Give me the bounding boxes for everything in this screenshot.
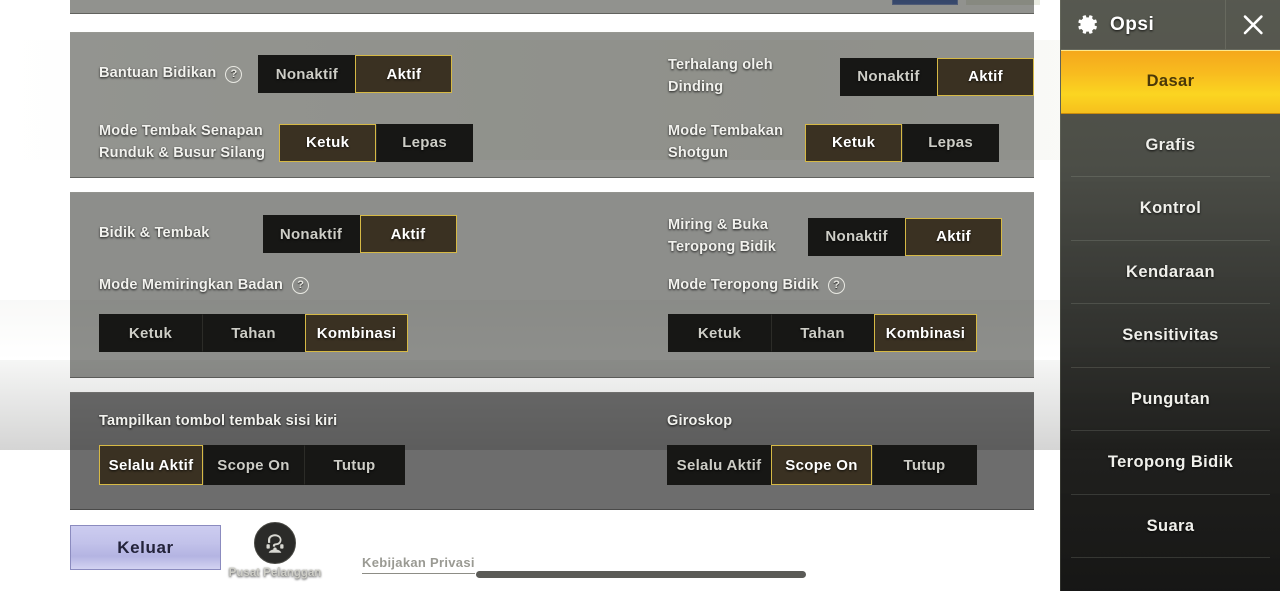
panel-buttons-right-column: Giroskop Selalu Aktif Scope On Tutup xyxy=(636,393,1034,509)
option-lean-ketuk[interactable]: Ketuk xyxy=(99,314,202,352)
aim-and-fire-options: Nonaktif Aktif xyxy=(262,215,457,253)
blocked-by-wall-options: Nonaktif Aktif xyxy=(840,57,1034,96)
sidebar-item-grafis[interactable]: Grafis xyxy=(1061,114,1280,178)
aim-assist-options: Nonaktif Aktif xyxy=(258,55,453,93)
option-aim-assist-nonaktif[interactable]: Nonaktif xyxy=(258,55,356,93)
setting-scope-mode-header: Mode Teropong Bidik ? xyxy=(668,275,845,297)
sidebar-title: Opsi xyxy=(1110,13,1155,35)
sidebar-item-dasar[interactable]: Dasar xyxy=(1061,50,1280,114)
close-icon xyxy=(1243,14,1263,34)
sidebar-title-wrap: Opsi xyxy=(1061,0,1225,49)
setting-left-fire-button-label: Tampilkan tombol tembak sisi kiri xyxy=(99,413,338,429)
gear-icon xyxy=(1075,12,1100,37)
left-fire-button-options-row: Selalu Aktif Scope On Tutup xyxy=(99,445,405,485)
option-wall-aktif[interactable]: Aktif xyxy=(937,57,1034,96)
panel-button-display-settings: Tampilkan tombol tembak sisi kiri Selalu… xyxy=(70,392,1034,510)
setting-gyroscope-header: Giroskop xyxy=(667,411,732,433)
option-rifle-lepas[interactable]: Lepas xyxy=(376,123,474,162)
customer-service-label: Pusat Pelanggan xyxy=(228,567,322,579)
option-leftfire-tutup[interactable]: Tutup xyxy=(304,445,405,485)
option-wall-nonaktif[interactable]: Nonaktif xyxy=(840,57,937,96)
setting-peek-and-scope-label: Miring & Buka Teropong Bidik xyxy=(668,217,777,255)
sidebar-header: Opsi xyxy=(1061,0,1280,50)
setting-rifle-fire-mode-label: Mode Tembak Senapan Runduk & Busur Silan… xyxy=(99,123,266,161)
option-leftfire-scope-on[interactable]: Scope On xyxy=(203,445,304,485)
option-peek-nonaktif[interactable]: Nonaktif xyxy=(808,217,906,256)
close-button[interactable] xyxy=(1225,0,1280,49)
panel-lean-scope-settings: Bidik & Tembak Nonaktif Aktif Mode Memir… xyxy=(70,192,1034,378)
settings-content-area: Bantuan Bidikan ? Nonaktif Aktif Mode Te… xyxy=(0,0,1062,591)
help-icon[interactable]: ? xyxy=(225,65,243,83)
option-leftfire-selalu-aktif[interactable]: Selalu Aktif xyxy=(99,445,203,485)
bottom-bar: Keluar Pusat Pelanggan Kebijakan Privasi xyxy=(0,514,1062,591)
sidebar-item-pungutan[interactable]: Pungutan xyxy=(1061,368,1280,432)
panel-partial-above xyxy=(70,0,1034,14)
pubg-settings-screen: Bantuan Bidikan ? Nonaktif Aktif Mode Te… xyxy=(0,0,1280,591)
option-gyro-selalu-aktif[interactable]: Selalu Aktif xyxy=(667,445,771,485)
option-scope-ketuk[interactable]: Ketuk xyxy=(668,314,771,352)
privacy-policy-link[interactable]: Kebijakan Privasi xyxy=(362,555,475,574)
horizontal-scrollbar[interactable] xyxy=(476,571,806,578)
settings-sidebar: Opsi Dasar Grafis Kontrol Kendaraan Sens… xyxy=(1060,0,1280,591)
customer-service-button[interactable]: Pusat Pelanggan xyxy=(229,522,321,579)
option-lean-tahan[interactable]: Tahan xyxy=(202,314,305,352)
setting-peek-and-scope: Miring & Buka Teropong Bidik Nonaktif Ak… xyxy=(668,215,1003,259)
setting-shotgun-fire-mode: Mode Tembakan Shotgun Ketuk Lepas xyxy=(668,121,1000,165)
help-icon[interactable]: ? xyxy=(292,277,310,295)
peek-and-scope-options: Nonaktif Aktif xyxy=(808,217,1003,256)
option-gyro-scope-on[interactable]: Scope On xyxy=(771,445,872,485)
option-aim-assist-aktif[interactable]: Aktif xyxy=(355,55,453,93)
gyroscope-options-row: Selalu Aktif Scope On Tutup xyxy=(667,445,977,485)
headset-support-icon xyxy=(254,522,296,564)
setting-shotgun-fire-mode-label: Mode Tembakan Shotgun xyxy=(668,123,784,161)
panel-lean-left-column: Bidik & Tembak Nonaktif Aktif Mode Memir… xyxy=(70,193,630,377)
panel-lean-right-column: Miring & Buka Teropong Bidik Nonaktif Ak… xyxy=(636,193,1034,377)
option-shotgun-ketuk[interactable]: Ketuk xyxy=(805,123,903,162)
option-scope-tahan[interactable]: Tahan xyxy=(771,314,874,352)
panel-buttons-left-column: Tampilkan tombol tembak sisi kiri Selalu… xyxy=(70,393,630,509)
exit-button-label: Keluar xyxy=(117,537,174,557)
option-gyro-tutup[interactable]: Tutup xyxy=(872,445,977,485)
setting-rifle-fire-mode: Mode Tembak Senapan Runduk & Busur Silan… xyxy=(99,121,474,165)
gyroscope-options: Selalu Aktif Scope On Tutup xyxy=(667,445,977,485)
scope-mode-options: Ketuk Tahan Kombinasi xyxy=(668,314,977,352)
option-aimfire-aktif[interactable]: Aktif xyxy=(359,215,457,253)
shotgun-fire-mode-options: Ketuk Lepas xyxy=(805,123,1000,162)
option-shotgun-lepas[interactable]: Lepas xyxy=(902,123,1000,162)
exit-button[interactable]: Keluar xyxy=(70,525,221,570)
left-fire-button-options: Selalu Aktif Scope On Tutup xyxy=(99,445,405,485)
setting-aim-and-fire-label: Bidik & Tembak xyxy=(99,225,210,242)
setting-aim-assist: Bantuan Bidikan ? Nonaktif Aktif xyxy=(99,55,453,93)
setting-lean-mode-header: Mode Memiringkan Badan ? xyxy=(99,275,310,297)
scope-mode-options-row: Ketuk Tahan Kombinasi xyxy=(668,314,977,352)
setting-aim-assist-label: Bantuan Bidikan xyxy=(99,65,217,82)
setting-gyroscope-label: Giroskop xyxy=(667,413,733,429)
lean-mode-options-row: Ketuk Tahan Kombinasi xyxy=(99,314,408,352)
setting-blocked-by-wall-label: Terhalang oleh Dinding xyxy=(668,57,773,95)
option-peek-aktif[interactable]: Aktif xyxy=(905,217,1003,256)
rifle-fire-mode-options: Ketuk Lepas xyxy=(279,123,474,162)
sidebar-item-suara[interactable]: Suara xyxy=(1061,495,1280,559)
option-rifle-ketuk[interactable]: Ketuk xyxy=(279,123,377,162)
sidebar-item-sensitivitas[interactable]: Sensitivitas xyxy=(1061,304,1280,368)
option-scope-kombinasi[interactable]: Kombinasi xyxy=(874,314,977,352)
panel-aim-right-column: Terhalang oleh Dinding Nonaktif Aktif Mo… xyxy=(636,33,1034,177)
lean-mode-options: Ketuk Tahan Kombinasi xyxy=(99,314,408,352)
sidebar-item-teropong-bidik[interactable]: Teropong Bidik xyxy=(1061,431,1280,495)
panel-aim-settings: Bantuan Bidikan ? Nonaktif Aktif Mode Te… xyxy=(70,32,1034,178)
option-aimfire-nonaktif[interactable]: Nonaktif xyxy=(262,215,360,253)
setting-left-fire-button-header: Tampilkan tombol tembak sisi kiri xyxy=(99,411,337,433)
option-lean-kombinasi[interactable]: Kombinasi xyxy=(305,314,408,352)
panel-aim-left-column: Bantuan Bidikan ? Nonaktif Aktif Mode Te… xyxy=(70,33,630,177)
setting-lean-mode-label: Mode Memiringkan Badan xyxy=(99,277,284,293)
setting-blocked-by-wall: Terhalang oleh Dinding Nonaktif Aktif xyxy=(668,55,1034,99)
setting-aim-and-fire: Bidik & Tembak Nonaktif Aktif xyxy=(99,215,457,253)
setting-scope-mode-label: Mode Teropong Bidik xyxy=(668,277,819,293)
sidebar-item-kendaraan[interactable]: Kendaraan xyxy=(1061,241,1280,305)
sidebar-item-kontrol[interactable]: Kontrol xyxy=(1061,177,1280,241)
help-icon[interactable]: ? xyxy=(827,277,845,295)
